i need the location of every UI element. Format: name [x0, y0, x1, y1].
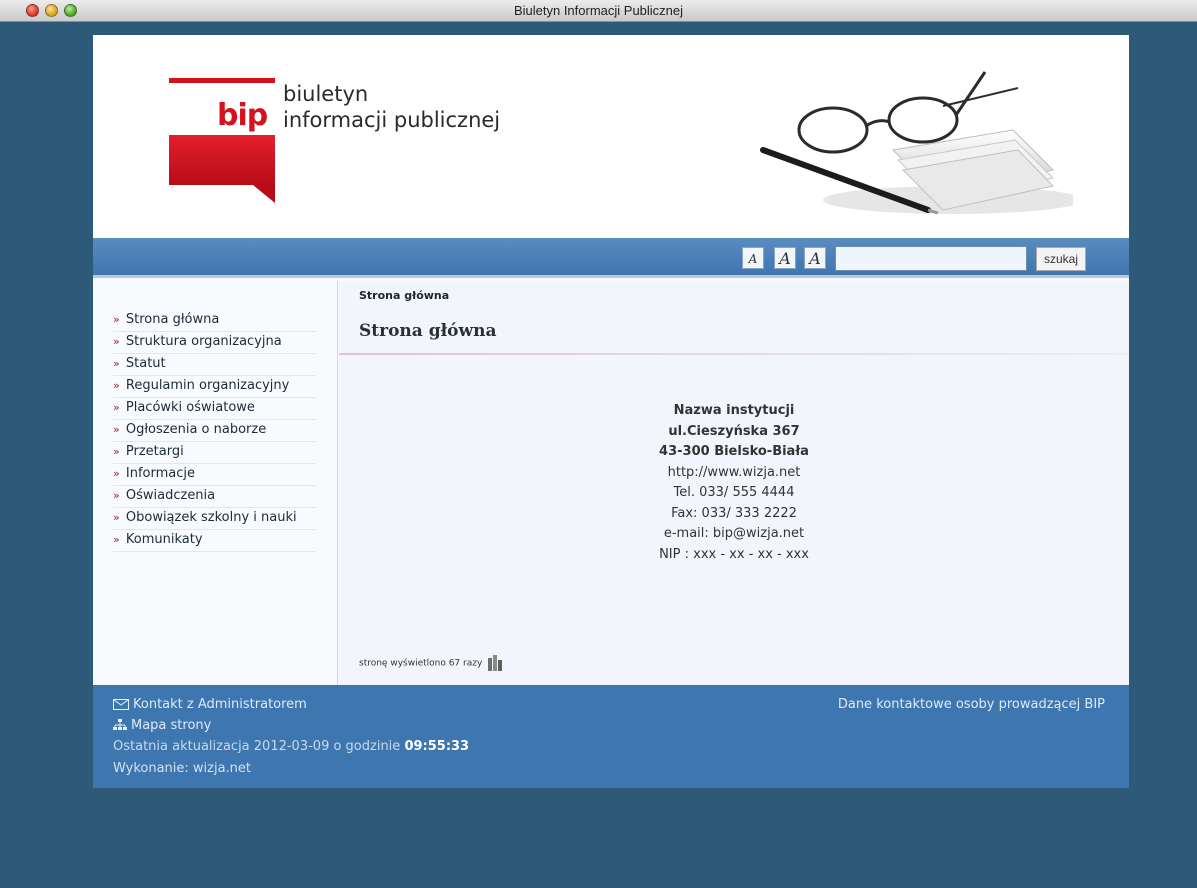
bip-contact-link[interactable]: Dane kontaktowe osoby prowadzącej BIP [838, 697, 1105, 712]
window-titlebar: Biuletyn Informacji Publicznej [0, 0, 1197, 22]
toolbar-strip: A A A szukaj [93, 238, 1129, 278]
font-size-medium-button[interactable]: A [774, 247, 796, 269]
sidebar-item-label: Struktura organizacyjna [125, 334, 282, 349]
sidebar-item-label: Regulamin organizacyjny [125, 378, 290, 393]
window-title: Biuletyn Informacji Publicznej [513, 3, 684, 18]
page-container: bip biuletyn informacji publicznej A A A… [93, 35, 1129, 788]
sidebar-item-label: Placówki oświatowe [125, 400, 255, 415]
institution-city: 43-300 Bielsko-Biała [659, 444, 809, 459]
view-counter-text: stronę wyświetlono 67 razy [359, 658, 483, 669]
chevron-right-icon: » [113, 533, 120, 546]
sidebar-item-label: Informacje [125, 466, 195, 481]
breadcrumb: Strona główna [359, 289, 450, 302]
site-header: bip biuletyn informacji publicznej [93, 35, 1129, 238]
logo-red-block [169, 135, 275, 185]
main-content: Strona główna Strona główna Nazwa instyt… [339, 281, 1129, 685]
institution-email: e-mail: bip@wizja.net [663, 526, 805, 541]
glasses-books-image [760, 71, 1073, 215]
institution-contact: Nazwa instytucji ul.Cieszyńska 367 43-30… [339, 401, 1129, 565]
institution-www: http://www.wizja.net [667, 464, 801, 480]
chevron-right-icon: » [113, 313, 120, 326]
site-footer: Kontakt z Administratorem Mapa strony Os… [93, 685, 1129, 788]
sidebar: » Strona główna » Struktura organizacyjn… [93, 281, 338, 685]
sidebar-item-regulamin[interactable]: » Regulamin organizacyjny [113, 376, 316, 398]
sidebar-item-oswiadczenia[interactable]: » Oświadczenia [113, 486, 316, 508]
made-by-link[interactable]: Wykonanie: wizja.net [113, 761, 251, 776]
search-input[interactable] [835, 246, 1027, 271]
sidebar-nav: » Strona główna » Struktura organizacyjn… [113, 310, 316, 552]
logo-line-2: informacji publicznej [283, 108, 501, 132]
chevron-right-icon: » [113, 335, 120, 348]
sidebar-item-label: Komunikaty [125, 532, 203, 547]
title-divider [339, 353, 1129, 355]
sidebar-item-strona-glowna[interactable]: » Strona główna [113, 310, 316, 332]
institution-tel: Tel. 033/ 555 4444 [673, 485, 795, 500]
institution-street: ul.Cieszyńska 367 [668, 423, 800, 439]
mail-icon [113, 699, 129, 710]
sidebar-item-struktura[interactable]: » Struktura organizacyjna [113, 332, 316, 354]
font-size-small-button[interactable]: A [742, 247, 764, 269]
sidebar-item-label: Oświadczenia [125, 488, 216, 503]
page-title: Strona główna [359, 321, 497, 341]
sidebar-item-informacje[interactable]: » Informacje [113, 464, 316, 486]
sidebar-item-komunikaty[interactable]: » Komunikaty [113, 530, 316, 552]
sitemap-label: Mapa strony [131, 718, 212, 733]
search-button[interactable]: szukaj [1036, 247, 1086, 271]
sidebar-item-placowki[interactable]: » Placówki oświatowe [113, 398, 316, 420]
chevron-right-icon: » [113, 401, 120, 414]
bar-chart-icon[interactable] [487, 655, 503, 671]
institution-fax: Fax: 033/ 333 2222 [671, 505, 797, 521]
last-update: Ostatnia aktualizacja 2012-03-09 o godzi… [113, 739, 469, 754]
view-counter: stronę wyświetlono 67 razy [359, 655, 503, 671]
sidebar-item-obowiazek[interactable]: » Obowiązek szkolny i nauki [113, 508, 316, 530]
sidebar-item-przetargi[interactable]: » Przetargi [113, 442, 316, 464]
sitemap-icon [113, 719, 127, 730]
sidebar-item-label: Obowiązek szkolny i nauki [125, 510, 297, 525]
contact-admin-label: Kontakt z Administratorem [133, 697, 307, 712]
last-update-prefix: Ostatnia aktualizacja 2012-03-09 o godzi… [113, 739, 401, 754]
institution-name: Nazwa instytucji [673, 403, 795, 418]
chevron-right-icon: » [113, 445, 120, 458]
sidebar-item-label: Ogłoszenia o naborze [125, 422, 267, 437]
chevron-right-icon: » [113, 357, 120, 370]
chevron-right-icon: » [113, 489, 120, 502]
institution-nip: NIP : xxx - xx - xx - xxx [659, 546, 809, 562]
contact-admin-link[interactable]: Kontakt z Administratorem [113, 697, 307, 712]
sitemap-link[interactable]: Mapa strony [113, 718, 211, 733]
logo-top-bar [169, 78, 275, 83]
sidebar-item-label: Strona główna [125, 312, 220, 327]
chevron-right-icon: » [113, 467, 120, 480]
chevron-right-icon: » [113, 511, 120, 524]
logo-text: biuletyn informacji publicznej [283, 81, 500, 133]
logo-mark: bip [217, 98, 268, 133]
chevron-right-icon: » [113, 379, 120, 392]
last-update-time: 09:55:33 [404, 739, 470, 754]
sidebar-item-ogloszenia[interactable]: » Ogłoszenia o naborze [113, 420, 316, 442]
sidebar-item-label: Przetargi [125, 444, 184, 459]
logo-tail [253, 185, 275, 203]
logo-line-1: biuletyn [283, 82, 369, 106]
sidebar-item-statut[interactable]: » Statut [113, 354, 316, 376]
sidebar-item-label: Statut [125, 356, 166, 371]
chevron-right-icon: » [113, 423, 120, 436]
font-size-large-button[interactable]: A [804, 247, 826, 269]
